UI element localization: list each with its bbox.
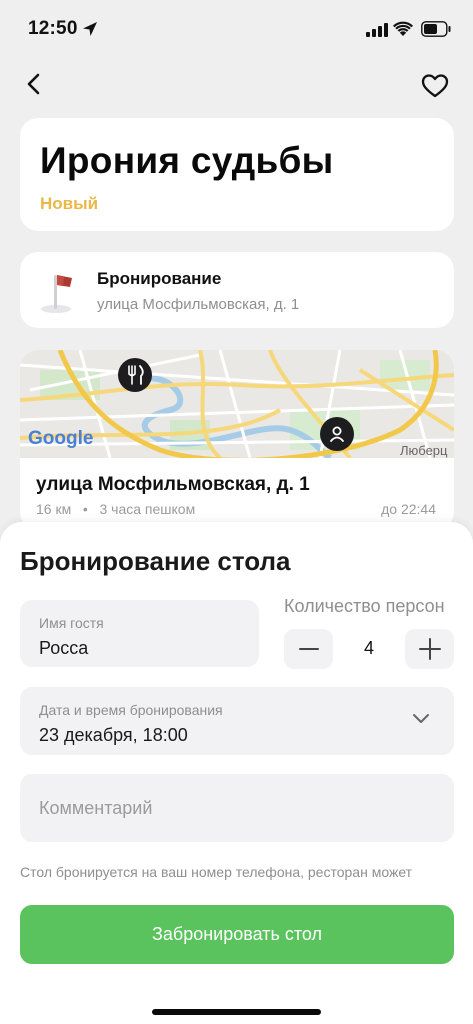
favorite-button[interactable]	[420, 72, 450, 100]
booking-sheet: Бронирование стола Имя гостя Росса Колич…	[0, 522, 473, 1024]
wifi-icon	[393, 21, 413, 36]
distance: 16 км	[36, 501, 72, 517]
comment-field[interactable]	[20, 774, 454, 842]
persons-label: Количество персон	[284, 596, 445, 616]
datetime-field[interactable]: Дата и время бронирования 23 декабря, 18…	[20, 687, 454, 755]
title-card: Ирония судьбы Новый	[20, 118, 454, 231]
minus-icon	[298, 648, 319, 650]
guest-name-field[interactable]: Имя гостя Росса	[20, 600, 259, 667]
persons-count: 4	[363, 638, 374, 658]
heart-icon	[421, 74, 449, 98]
chevron-down-icon	[413, 714, 429, 723]
open-until: до 22:44	[381, 501, 436, 517]
map-place-label: Люберц	[400, 443, 448, 458]
google-logo: Google	[28, 428, 93, 449]
home-indicator[interactable]	[152, 1009, 321, 1015]
location-arrow-icon	[83, 22, 97, 36]
guest-name-value[interactable]: Росса	[39, 638, 88, 659]
status-time: 12:50	[28, 18, 78, 39]
walk-time: 3 часа пешком	[99, 501, 196, 517]
status-bar: 12:50	[0, 0, 473, 60]
status-badge: Новый	[40, 194, 99, 213]
user-location-icon	[320, 417, 354, 451]
increase-persons-button[interactable]	[405, 629, 454, 669]
map-card[interactable]: Google Люберц улица Мосфильмовская, д. 1…	[20, 350, 454, 530]
map[interactable]: Google Люберц	[20, 350, 454, 458]
booking-note: Стол бронируется на ваш номер телефона, …	[20, 864, 413, 880]
comment-input[interactable]	[20, 774, 454, 842]
guest-name-label: Имя гостя	[39, 615, 104, 631]
book-table-button[interactable]: Забронировать стол	[20, 905, 454, 964]
booking-card[interactable]: Бронирование улица Мосфильмовская, д. 1	[20, 252, 454, 328]
restaurant-pin-icon[interactable]	[118, 358, 152, 392]
chevron-left-icon	[27, 73, 40, 95]
map-address: улица Мосфильмовская, д. 1	[36, 474, 310, 495]
cellular-signal-icon	[366, 23, 388, 37]
route-info: 16 км • 3 часа пешком	[36, 501, 195, 517]
sheet-title: Бронирование стола	[20, 546, 291, 576]
back-button[interactable]	[22, 70, 48, 98]
page-title: Ирония судьбы	[40, 140, 334, 181]
flag-icon	[41, 275, 72, 313]
battery-icon	[421, 21, 451, 37]
booking-address: улица Мосфильмовская, д. 1	[97, 296, 300, 313]
plus-icon	[418, 638, 441, 660]
separator-dot: •	[75, 501, 96, 517]
booking-title: Бронирование	[97, 269, 222, 288]
datetime-value: 23 декабря, 18:00	[39, 725, 188, 745]
decrease-persons-button[interactable]	[284, 629, 333, 669]
datetime-label: Дата и время бронирования	[39, 702, 223, 718]
